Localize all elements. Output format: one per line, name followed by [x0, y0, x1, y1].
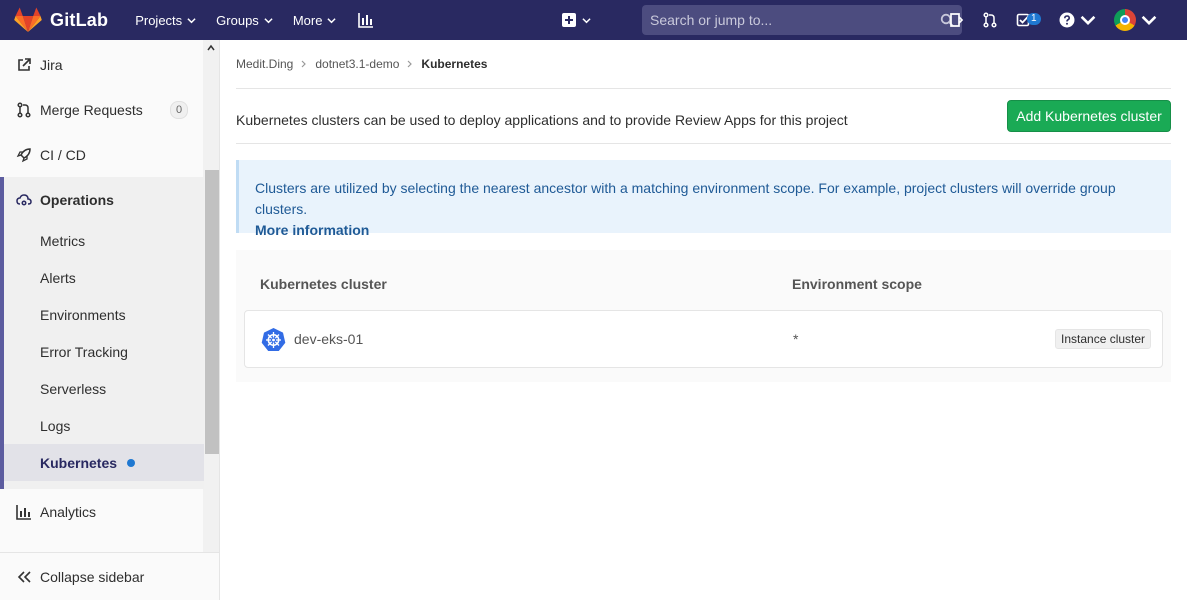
column-header-cluster: Kubernetes cluster	[260, 276, 387, 292]
sidebar-subitem-active: Kubernetes	[40, 444, 136, 481]
sidebar-section-operations: Operations Metrics Alerts Environments E…	[0, 177, 204, 489]
todos-link[interactable]: 1	[1016, 12, 1041, 28]
sidebar-subitem-environments[interactable]: Environments	[40, 296, 126, 333]
merge-request-icon	[983, 12, 997, 28]
sidebar-subitem-error-tracking[interactable]: Error Tracking	[40, 333, 128, 370]
chevron-down-icon	[582, 17, 591, 23]
chevron-down-icon	[1080, 15, 1095, 26]
column-header-scope: Environment scope	[792, 276, 922, 292]
chevron-down-icon	[187, 17, 196, 23]
help-dropdown[interactable]	[1059, 12, 1096, 28]
merge-requests-link[interactable]	[982, 12, 998, 28]
projects-label: Projects	[135, 12, 183, 28]
divider	[236, 88, 1171, 89]
merge-request-count-badge: 0	[170, 101, 189, 119]
kubernetes-icon	[261, 328, 286, 351]
sidebar-subitem-label: Error Tracking	[40, 343, 128, 360]
add-kubernetes-cluster-button[interactable]: Add Kubernetes cluster	[1007, 100, 1171, 132]
cluster-name-link[interactable]: dev-eks-01	[294, 331, 363, 347]
question-circle-icon	[1059, 12, 1075, 28]
sidebar-subitem-label: Logs	[40, 417, 71, 434]
sidebar-subitem-kubernetes[interactable]: Kubernetes	[4, 444, 204, 481]
more-label: More	[292, 12, 323, 28]
gitlab-logo-icon	[14, 7, 42, 32]
sidebar-subitem-label: Environments	[40, 306, 126, 323]
feature-highlight-dot	[127, 458, 136, 467]
groups-dropdown[interactable]: Groups	[216, 13, 273, 28]
sidebar-subitem-label: Serverless	[40, 380, 107, 397]
user-menu[interactable]	[1113, 9, 1157, 31]
plus-square-icon	[562, 13, 576, 27]
chevron-down-icon	[327, 17, 337, 23]
brand-name: GitLab	[50, 9, 109, 30]
projects-dropdown[interactable]: Projects	[135, 13, 196, 28]
sidebar-item-jira[interactable]: Jira	[0, 42, 204, 87]
chevron-right-icon	[407, 60, 413, 68]
more-dropdown[interactable]: More	[293, 13, 337, 28]
groups-label: Groups	[216, 12, 259, 28]
navbar-right: 1	[562, 0, 1156, 40]
merge-request-icon	[17, 101, 31, 118]
breadcrumb-item[interactable]: Medit.Ding	[236, 57, 293, 71]
top-navbar: GitLab Projects Groups More Search or ju…	[0, 0, 1187, 40]
double-chevron-left-icon	[17, 570, 31, 583]
user-avatar	[1113, 9, 1136, 31]
sidebar-item-label: Jira	[40, 56, 63, 73]
sidebar-item-ci-cd[interactable]: CI / CD	[0, 132, 204, 177]
gitlab-home-link[interactable]: GitLab	[14, 7, 108, 33]
cluster-type-badge: Instance cluster	[1055, 329, 1152, 349]
sidebar-item-label: CI / CD	[40, 146, 86, 163]
more-information-link[interactable]: More information	[255, 220, 1171, 241]
sidebar-item-merge-requests[interactable]: Merge Requests 0	[0, 87, 204, 132]
sidebar-scrollbar[interactable]	[203, 40, 219, 552]
sidebar-subitem-label: Kubernetes	[40, 454, 118, 471]
external-link-icon	[18, 57, 31, 71]
divider	[236, 143, 1171, 144]
main-content: Medit.Ding dotnet3.1-demo Kubernetes Kub…	[236, 40, 1171, 600]
search-input[interactable]	[650, 12, 940, 28]
breadcrumb-item[interactable]: dotnet3.1-demo	[315, 57, 399, 71]
scroll-up-icon[interactable]	[207, 44, 215, 52]
chevron-down-icon	[1141, 15, 1156, 26]
sidebar-subitem-metrics[interactable]: Metrics	[40, 222, 85, 259]
operations-label: Operations	[40, 191, 114, 208]
project-sidebar: Jira Merge Requests 0 CI / CD Operations	[0, 40, 220, 600]
intro-text: Kubernetes clusters can be used to deplo…	[236, 112, 848, 128]
info-alert-text: Clusters are utilized by selecting the n…	[255, 180, 1116, 217]
sidebar-item-label: Merge Requests	[40, 101, 143, 118]
sidebar-subitem-logs[interactable]: Logs	[40, 407, 70, 444]
chevron-right-icon	[301, 60, 307, 68]
collapse-sidebar-button[interactable]: Collapse sidebar	[0, 552, 219, 600]
new-item-dropdown[interactable]	[562, 13, 591, 27]
sidebar-item-analytics[interactable]: Analytics	[0, 489, 204, 534]
main-nav-menu: Projects Groups More	[135, 12, 374, 28]
activity-chart-icon[interactable]	[358, 12, 374, 28]
todo-count-badge: 1	[1027, 13, 1041, 25]
navbar-icons: 1	[948, 0, 1175, 40]
sidebar-subitem-alerts[interactable]: Alerts	[40, 259, 76, 296]
rocket-icon	[16, 147, 31, 162]
sidebar-item-operations[interactable]: Operations	[16, 177, 114, 222]
breadcrumb-current[interactable]: Kubernetes	[421, 57, 487, 71]
sidebar-item-label: Analytics	[40, 503, 97, 520]
environment-scope: *	[793, 331, 799, 347]
sidebar-subitem-label: Metrics	[40, 232, 86, 249]
info-alert: Clusters are utilized by selecting the n…	[236, 160, 1171, 238]
breadcrumb: Medit.Ding dotnet3.1-demo Kubernetes	[236, 57, 487, 71]
search-box	[642, 5, 962, 35]
chart-icon	[16, 504, 31, 520]
table-row: dev-eks-01 * Instance cluster	[244, 310, 1163, 368]
issues-link[interactable]	[948, 12, 964, 28]
sidebar-subitem-serverless[interactable]: Serverless	[40, 370, 106, 407]
sidebar-subitem-label: Alerts	[40, 269, 76, 286]
cloud-gear-icon	[16, 193, 32, 205]
clusters-table: Kubernetes cluster Environment scope dev…	[236, 250, 1171, 382]
collapse-sidebar-label: Collapse sidebar	[40, 568, 145, 585]
scrollbar-thumb[interactable]	[205, 170, 219, 454]
chevron-down-icon	[264, 17, 273, 23]
issues-icon	[950, 13, 964, 27]
